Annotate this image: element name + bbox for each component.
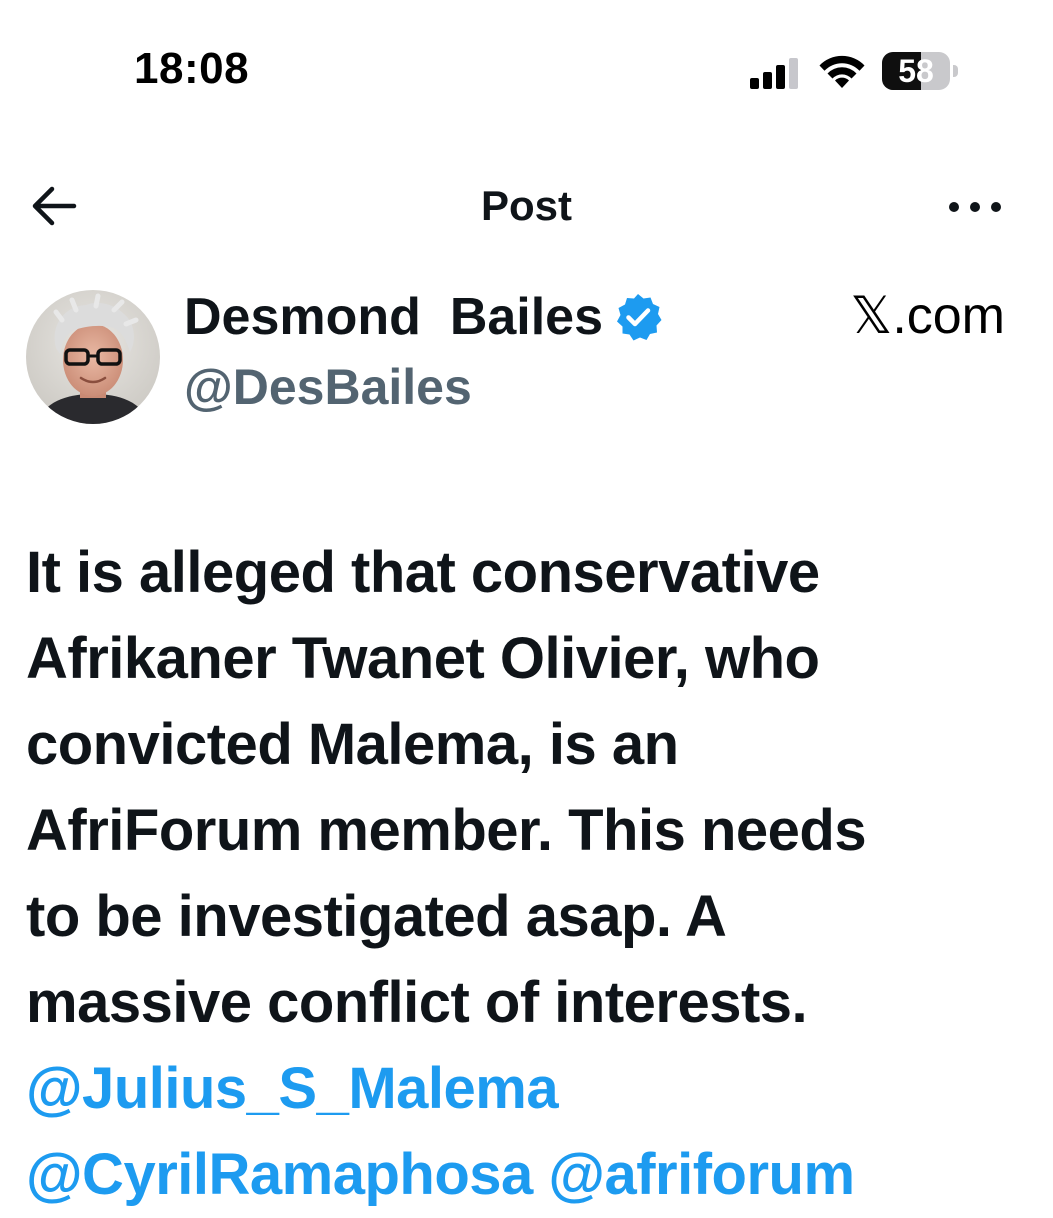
user-handle[interactable]: @DesBailes [184,358,472,416]
mention-cyril-ramaphosa[interactable]: @CyrilRamaphosa [26,1142,533,1207]
battery-cap [953,65,958,77]
more-options-icon[interactable] [940,182,1010,232]
battery-icon: 58 [882,52,960,92]
verified-badge-icon [617,294,662,341]
post-line: to be investigated asap. A [26,884,727,949]
post-line: convicted Malema, is an [26,712,679,777]
display-name-row: Desmond Bailes [184,286,663,348]
mention-line: @CyrilRamaphosa @afriforum [26,1132,1026,1218]
status-time: 18:08 [134,44,250,93]
post-line: AfriForum member. This needs [26,798,867,863]
x-com-watermark: 𝕏.com [850,287,1005,345]
status-bar: 18:08 58 [0,0,1053,140]
avatar-image [26,290,160,424]
post-line: massive conflict of interests. [26,970,808,1035]
post-line: Afrikaner Twanet Olivier, who [26,626,820,691]
mention-julius-s-malema[interactable]: @Julius_S_Malema [26,1056,559,1121]
display-name[interactable]: Desmond Bailes [184,287,603,347]
mention-afriforum[interactable]: @afriforum [548,1142,855,1207]
post-text: It is alleged that conservative Afrikane… [26,530,1026,1218]
post-header: Post [0,160,1053,250]
page-title: Post [480,182,572,229]
battery-level-text: 58 [898,53,934,89]
cellular-signal-icon [750,58,798,89]
post-line: It is alleged that conservative [26,540,820,605]
mention-line: @Julius_S_Malema [26,1046,1026,1132]
avatar[interactable] [26,290,160,424]
wifi-icon [819,55,865,88]
battery-body: 58 [882,52,950,90]
